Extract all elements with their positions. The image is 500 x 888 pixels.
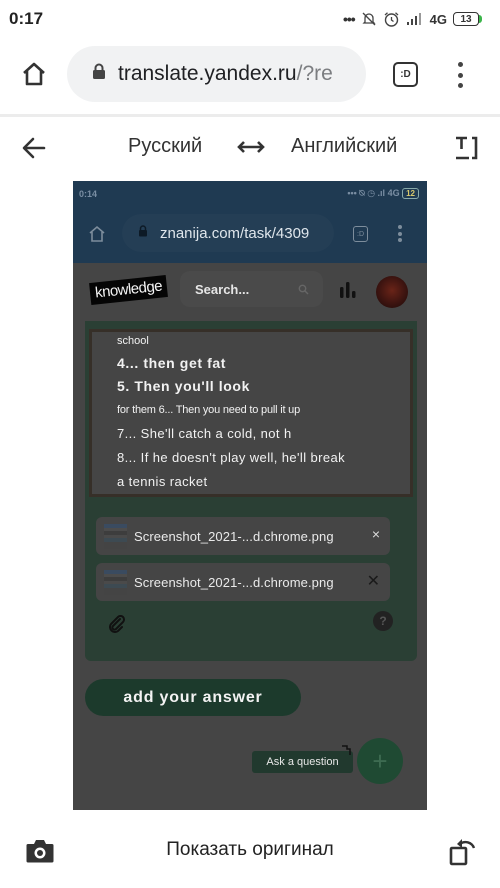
search-icon: [298, 283, 309, 298]
ask-question-fab: +: [357, 738, 403, 784]
text-line: 5. Then you'll look: [117, 378, 250, 394]
image-status-bar: 0:14 ••• ⍉ ◷ .ıl 4G 12: [73, 181, 427, 206]
attachment-thumbnail: [104, 569, 127, 595]
site-logo: knowledge: [89, 275, 169, 305]
image-battery: 12: [402, 188, 419, 199]
status-icons: ••• 4G 13: [343, 11, 482, 28]
attachment-name: Screenshot_2021-...d.chrome.png: [134, 574, 334, 590]
site-search-placeholder: Search...: [195, 281, 250, 297]
ask-question-tooltip: Ask a question: [252, 751, 353, 773]
alarm-icon: [383, 11, 400, 28]
image-status-icons: ••• ⍉ ◷ .ıl 4G 12: [347, 188, 419, 199]
image-url: znanija.com/task/4309: [160, 224, 310, 242]
text-mode-icon[interactable]: [452, 136, 478, 165]
home-icon[interactable]: [20, 60, 48, 93]
target-language[interactable]: Английский: [291, 135, 397, 158]
image-lock-icon: [138, 224, 148, 242]
notifications-off-icon: [361, 11, 377, 27]
image-url-bar: znanija.com/task/4309: [122, 214, 334, 252]
text-line: a tennis racket: [117, 474, 208, 489]
image-status-time: 0:14: [79, 188, 98, 199]
url-bar[interactable]: translate.yandex.ru/?re: [67, 46, 366, 102]
paperclip-icon: [108, 614, 126, 638]
network-type: 4G: [429, 11, 447, 27]
add-answer-button: add your answer: [85, 679, 301, 716]
url-path: /?re: [296, 62, 333, 85]
text-line: 8... If he doesn't play well, he'll brea…: [117, 450, 346, 465]
menu-icon[interactable]: [455, 62, 465, 88]
rotate-icon[interactable]: [448, 834, 480, 873]
attachment-item: Screenshot_2021-...d.chrome.png ×: [96, 517, 390, 555]
swap-icon[interactable]: [236, 137, 266, 162]
image-browser-toolbar: znanija.com/task/4309 :D: [73, 206, 427, 263]
more-dots-icon: •••: [342, 11, 356, 27]
signal-icon: [406, 12, 424, 26]
status-bar: 0:17 ••• 4G 13: [0, 0, 500, 38]
close-icon: ×: [371, 526, 380, 542]
help-icon: ?: [373, 611, 393, 631]
avatar: [376, 276, 408, 308]
source-language[interactable]: Русский: [128, 135, 202, 158]
attachment-item: Screenshot_2021-...d.chrome.png ✕: [96, 563, 390, 601]
text-line: for them 6... Then you need to pull it u…: [117, 404, 300, 416]
cursor-icon: [341, 744, 353, 762]
answer-panel: school 4... then get fat 5. Then you'll …: [85, 321, 417, 661]
tabs-icon[interactable]: :D: [393, 62, 418, 87]
text-line: 7... She'll catch a cold, not h: [117, 426, 292, 441]
back-arrow-icon[interactable]: [20, 134, 48, 167]
browser-toolbar: translate.yandex.ru/?re :D: [0, 40, 500, 110]
tabs-label: :D: [400, 69, 411, 80]
url-host: translate.yandex.ru: [118, 62, 297, 85]
battery-level: 13: [460, 13, 472, 25]
translated-image: 0:14 ••• ⍉ ◷ .ıl 4G 12 znanija.com/task/…: [73, 181, 427, 810]
attachment-name: Screenshot_2021-...d.chrome.png: [134, 528, 334, 544]
image-menu-icon: [398, 225, 402, 242]
battery-icon: 13: [453, 12, 482, 26]
close-icon: ✕: [366, 573, 380, 590]
site-header: knowledge Search...: [73, 263, 427, 325]
text-line: school: [117, 335, 149, 347]
attachment-thumbnail: [104, 523, 127, 549]
stats-icon: [338, 279, 358, 304]
text-line: 4... then get fat: [117, 355, 226, 371]
status-time: 0:17: [9, 9, 44, 28]
translate-header: Русский Английский: [0, 117, 500, 181]
lock-icon: [92, 63, 106, 85]
bottom-bar: Показать оригинал: [0, 810, 500, 888]
url-text: translate.yandex.ru/?re: [118, 62, 333, 86]
image-home-icon: [88, 225, 106, 248]
site-search: Search...: [180, 271, 323, 307]
image-tabs-icon: :D: [353, 226, 368, 242]
answer-text: school 4... then get fat 5. Then you'll …: [89, 329, 413, 497]
show-original-button[interactable]: Показать оригинал: [0, 839, 500, 861]
